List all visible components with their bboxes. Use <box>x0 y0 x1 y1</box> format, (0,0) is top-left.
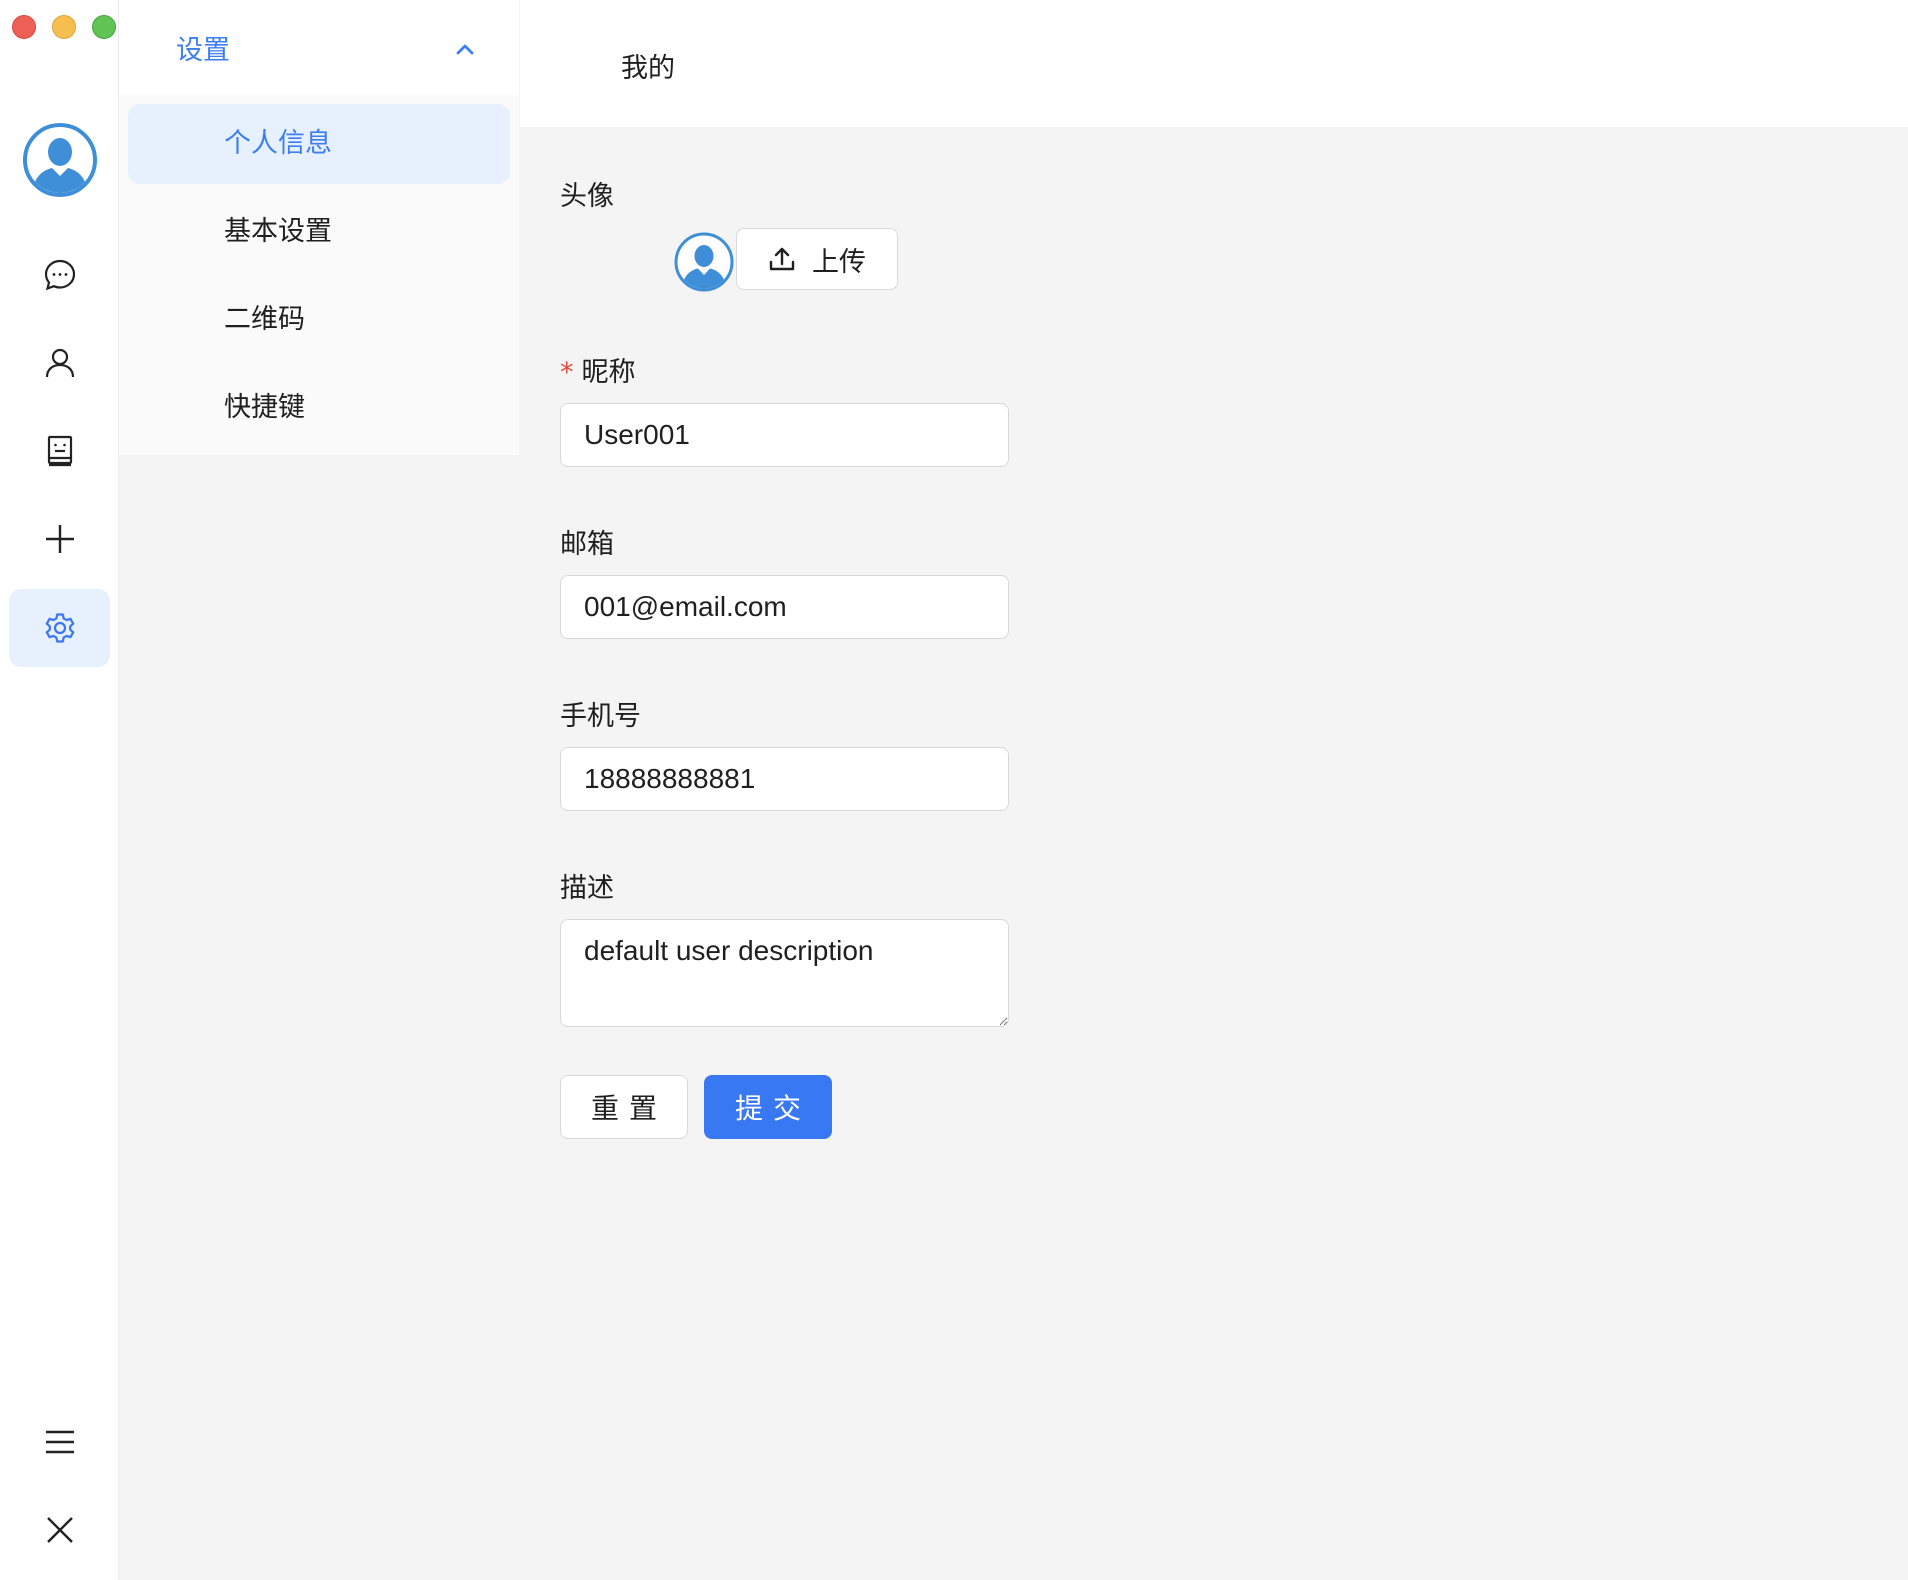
icon-rail <box>0 0 119 1580</box>
chat-icon <box>44 259 75 291</box>
window-close-button[interactable] <box>12 15 36 39</box>
nickname-label: 昵称 <box>581 357 636 388</box>
submenu-title: 设置 <box>176 35 230 66</box>
rail-close-button[interactable] <box>9 1491 110 1569</box>
window-minimize-button[interactable] <box>52 15 76 39</box>
rail-item-address-book[interactable] <box>9 412 110 490</box>
email-input[interactable] <box>560 575 1009 639</box>
rail-menu-button[interactable] <box>9 1403 110 1481</box>
reset-button[interactable]: 重置 <box>560 1075 688 1139</box>
upload-icon <box>769 247 795 271</box>
avatar-label: 头像 <box>560 181 614 212</box>
submenu-item-profile[interactable]: 个人信息 <box>128 104 510 184</box>
contacts-book-icon <box>47 435 72 467</box>
submenu-item-qrcode[interactable]: 二维码 <box>128 280 510 360</box>
gear-icon <box>45 613 74 643</box>
menu-icon <box>45 1430 74 1454</box>
rail-item-contacts[interactable] <box>9 324 110 402</box>
submenu-header[interactable]: 设置 <box>119 0 519 95</box>
description-label: 描述 <box>560 873 614 904</box>
profile-avatar-preview <box>674 232 734 292</box>
main-header: 我的 <box>520 0 1908 127</box>
window-zoom-button[interactable] <box>92 15 116 39</box>
close-icon <box>46 1517 73 1543</box>
settings-submenu: 设置 个人信息 基本设置 二维码 快捷键 <box>119 0 519 1580</box>
submenu-item-shortcuts[interactable]: 快捷键 <box>128 368 510 448</box>
required-marker: * <box>560 357 574 388</box>
app-window: 设置 个人信息 基本设置 二维码 快捷键 我的 头像 上传 * 昵称 User0… <box>0 0 1908 1580</box>
rail-item-settings[interactable] <box>9 589 110 667</box>
submenu-item-basic-settings[interactable]: 基本设置 <box>128 192 510 272</box>
chevron-up-icon[interactable] <box>451 36 479 64</box>
nickname-label-row: * 昵称 <box>560 350 636 389</box>
phone-label: 手机号 <box>560 701 641 732</box>
description-textarea[interactable]: default user description <box>560 919 1009 1027</box>
plus-icon <box>45 525 74 553</box>
submenu-list: 个人信息 基本设置 二维码 快捷键 <box>119 95 519 455</box>
user-icon <box>45 348 74 378</box>
upload-label: 上传 <box>812 246 866 278</box>
page-title: 我的 <box>621 53 675 84</box>
phone-input[interactable] <box>560 747 1009 811</box>
upload-button[interactable]: 上传 <box>736 228 898 290</box>
user-avatar[interactable] <box>22 122 98 198</box>
rail-item-chat[interactable] <box>9 236 110 314</box>
nickname-input[interactable] <box>560 403 1009 467</box>
email-label: 邮箱 <box>560 529 614 560</box>
submit-button[interactable]: 提交 <box>704 1075 832 1139</box>
rail-item-add[interactable] <box>9 500 110 578</box>
main-panel: 我的 头像 上传 *昵称 邮箱 手机号 <box>520 0 1908 1580</box>
